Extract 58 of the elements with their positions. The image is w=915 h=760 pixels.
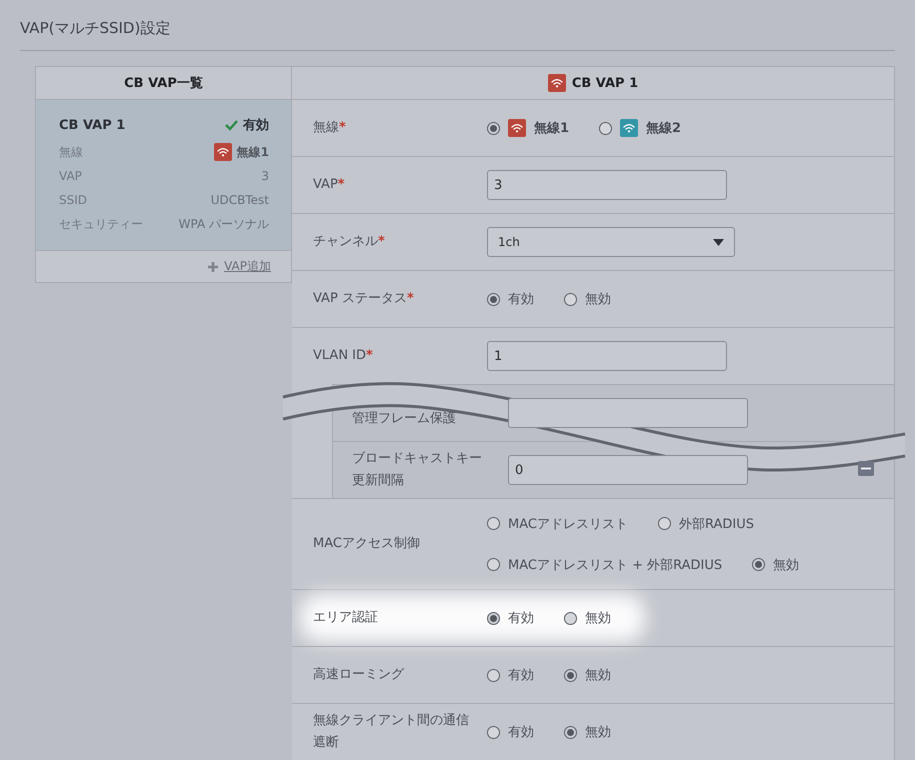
field-label: VAP* xyxy=(313,176,346,194)
list-title: CB VAP一覧 xyxy=(124,75,203,92)
field-label: 高速ローミング xyxy=(313,666,406,684)
field-label: ブロードキャストキー更新間隔 xyxy=(352,450,483,490)
field-label: エリア認証 xyxy=(313,609,379,627)
field-value: 3 xyxy=(261,169,269,183)
editor-title: CB VAP 1 xyxy=(572,76,638,90)
field-label: 無線* xyxy=(313,119,347,137)
input-field[interactable] xyxy=(508,398,748,428)
radio-button[interactable] xyxy=(564,726,577,738)
vap-name: CB VAP 1 xyxy=(59,118,126,132)
radio-button[interactable] xyxy=(487,517,500,530)
radio-button[interactable] xyxy=(487,558,500,571)
caret-icon xyxy=(713,238,724,246)
option-label: 無効 xyxy=(773,556,800,574)
status-text: 有効 xyxy=(243,117,269,134)
field-label: MACアクセス制御 xyxy=(313,535,421,553)
option-label: 無線2 xyxy=(646,120,682,137)
input-field[interactable]: 1 xyxy=(487,341,727,371)
channel-select[interactable]: 1ch xyxy=(487,227,735,257)
field-label: 無線 xyxy=(59,144,83,160)
option-label: MACアドレスリスト xyxy=(508,516,628,532)
field-label: 管理フレーム保護 xyxy=(352,410,457,428)
field-label: VLAN ID* xyxy=(313,347,374,365)
field-label: VAP xyxy=(59,169,82,183)
field-label: SSID xyxy=(59,193,88,207)
plus-icon xyxy=(208,262,218,272)
radio-button[interactable] xyxy=(564,292,577,306)
option-label: MACアドレスリスト + 外部RADIUS xyxy=(508,556,722,574)
radio-button[interactable] xyxy=(487,292,500,306)
option-label: 無効 xyxy=(585,724,611,741)
vap-card[interactable]: CB VAP 1 有効 無線 無線1 VAP 3 SSID UDCBTest セキュリティー WPA パーソナル xyxy=(36,100,291,251)
field-value: 無線1 xyxy=(236,144,269,160)
option-label: 無効 xyxy=(585,610,611,627)
field-label: 無線クライアント間の通信遮断 xyxy=(313,712,470,752)
option-label: 無効 xyxy=(585,667,611,684)
option-label: 外部RADIUS xyxy=(678,516,754,532)
radio-button[interactable] xyxy=(487,122,500,134)
option-label: 有効 xyxy=(508,667,534,684)
input-field[interactable]: 0 xyxy=(508,455,748,485)
radio-button[interactable] xyxy=(752,558,766,571)
field-value: UDCBTest xyxy=(210,193,269,207)
radio-button[interactable] xyxy=(658,517,671,530)
option-label: 有効 xyxy=(508,610,534,627)
input-field[interactable]: 3 xyxy=(487,170,727,200)
option-label: 有効 xyxy=(508,291,534,308)
radio-button[interactable] xyxy=(599,122,612,134)
page-title: VAP(マルチSSID)設定 xyxy=(20,18,170,38)
radio-button[interactable] xyxy=(487,726,500,738)
option-label: 無線1 xyxy=(534,120,570,137)
radio-button[interactable] xyxy=(564,668,577,682)
field-value: WPA パーソナル xyxy=(178,216,269,232)
field-label: セキュリティー xyxy=(59,216,143,232)
option-label: 有効 xyxy=(508,724,534,741)
field-label: チャンネル* xyxy=(313,233,386,251)
option-label: 無効 xyxy=(585,291,611,308)
radio-button[interactable] xyxy=(487,668,500,682)
field-label: VAP ステータス* xyxy=(313,290,415,308)
